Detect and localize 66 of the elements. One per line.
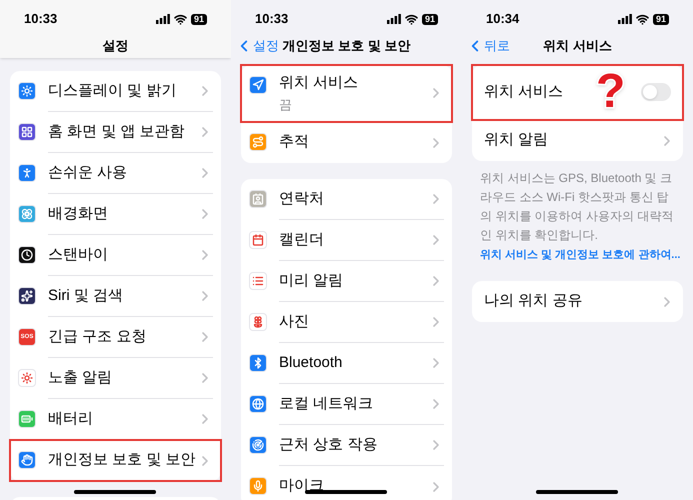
settings-row[interactable]: 홈 화면 및 앱 보관함 (10, 112, 221, 153)
row-label: 근처 상호 작용 (279, 434, 378, 455)
row-detail: 끔 (279, 96, 293, 114)
row-label: 긴급 구조 요청 (48, 326, 146, 347)
settings-row[interactable]: 나의 위치 공유 (472, 281, 683, 322)
row-label: 디스플레이 및 밝기 (48, 80, 176, 101)
settings-row[interactable]: 스탠바이 (10, 235, 221, 276)
battery-level: 91 (652, 14, 669, 24)
signal-icon (386, 14, 401, 24)
row-label: 배경화면 (48, 204, 108, 224)
settings-row[interactable]: 배터리 (10, 399, 221, 440)
battery-level: 91 (190, 14, 207, 24)
status-time: 10:33 (255, 10, 288, 28)
row-label: 홈 화면 및 앱 보관함 (48, 122, 185, 142)
status-time: 10:33 (24, 10, 58, 28)
settings-row[interactable]: 캘린더 (241, 220, 452, 261)
settings-row[interactable]: 추적 (241, 122, 452, 163)
settings-row[interactable]: 손쉬운 사용 (10, 153, 221, 194)
toggle-switch[interactable] (641, 83, 671, 101)
row-label: 추적 (279, 132, 309, 152)
row-label: Siri 및 검색 (48, 286, 123, 306)
row-label: 연락처 (279, 188, 324, 209)
settings-row[interactable]: 위치 서비스 끔 (241, 65, 452, 122)
footer-description: 위치 서비스는 GPS, Bluetooth 및 크라우드 소스 Wi-Fi 핫스팟과 통신 탑의 위치를 이용하여 사용자의 대략적인 위치를 확인합니다. 위치 서비스 및 개인정보 보호에 관하여... (479, 170, 682, 263)
settings-row[interactable]: 노출 알림 (10, 358, 221, 399)
status-time: 10:34 (486, 10, 520, 28)
signal-icon (156, 14, 170, 24)
settings-row[interactable]: 위치 알림 (472, 120, 683, 161)
back-button[interactable]: 뒤로 (466, 36, 510, 56)
screen-title: 설정 (102, 37, 128, 56)
row-label: Bluetooth (279, 352, 342, 373)
settings-row[interactable]: 배경화면 (10, 194, 221, 235)
settings-row[interactable]: 디스플레이 및 밝기 (10, 71, 221, 112)
question-mark-annotation: ? (596, 68, 626, 116)
wifi-icon (404, 12, 418, 26)
wifi-icon (636, 12, 649, 26)
settings-row[interactable]: 개인정보 보호 및 보안 (10, 440, 221, 481)
row-label: 위치 서비스 (279, 73, 358, 93)
row-label: 나의 위치 공유 (484, 291, 582, 312)
row-label: 노출 알림 (48, 368, 112, 388)
back-button[interactable]: 설정 (235, 36, 279, 56)
settings-row[interactable]: Siri 및 검색 (10, 276, 221, 317)
screen-title: 개인정보 보호 및 보안 (282, 37, 410, 56)
toggle-row[interactable]: 위치 서비스 ? (472, 65, 683, 120)
settings-row[interactable]: Bluetooth (241, 343, 452, 384)
row-label: 캘린더 (279, 230, 324, 250)
settings-row[interactable]: 로컬 네트워크 (241, 384, 452, 425)
row-label: 사진 (279, 312, 309, 332)
settings-row[interactable]: 미리 알림 (241, 261, 452, 302)
settings-row[interactable]: 근처 상호 작용 (241, 425, 452, 466)
privacy-link[interactable]: 위치 서비스 및 개인정보 보호에 관하여... (480, 249, 680, 261)
row-label: 개인정보 보호 및 보안 (48, 450, 196, 470)
row-label: 손쉬운 사용 (48, 162, 128, 183)
settings-row[interactable]: 사진 (241, 302, 452, 343)
screen-title: 위치 서비스 (543, 37, 612, 56)
row-label: 배터리 (48, 408, 93, 429)
settings-row[interactable]: 연락처 (241, 179, 452, 220)
row-label: 마이크 (279, 476, 324, 496)
row-label: 스탠바이 (48, 244, 108, 265)
row-label: 미리 알림 (279, 270, 344, 291)
battery-level: 91 (422, 14, 438, 24)
row-label: 위치 서비스 (484, 82, 564, 102)
wifi-icon (174, 12, 187, 26)
row-label: 위치 알림 (484, 130, 548, 150)
row-label: 로컬 네트워크 (279, 394, 374, 414)
signal-icon (618, 14, 632, 24)
